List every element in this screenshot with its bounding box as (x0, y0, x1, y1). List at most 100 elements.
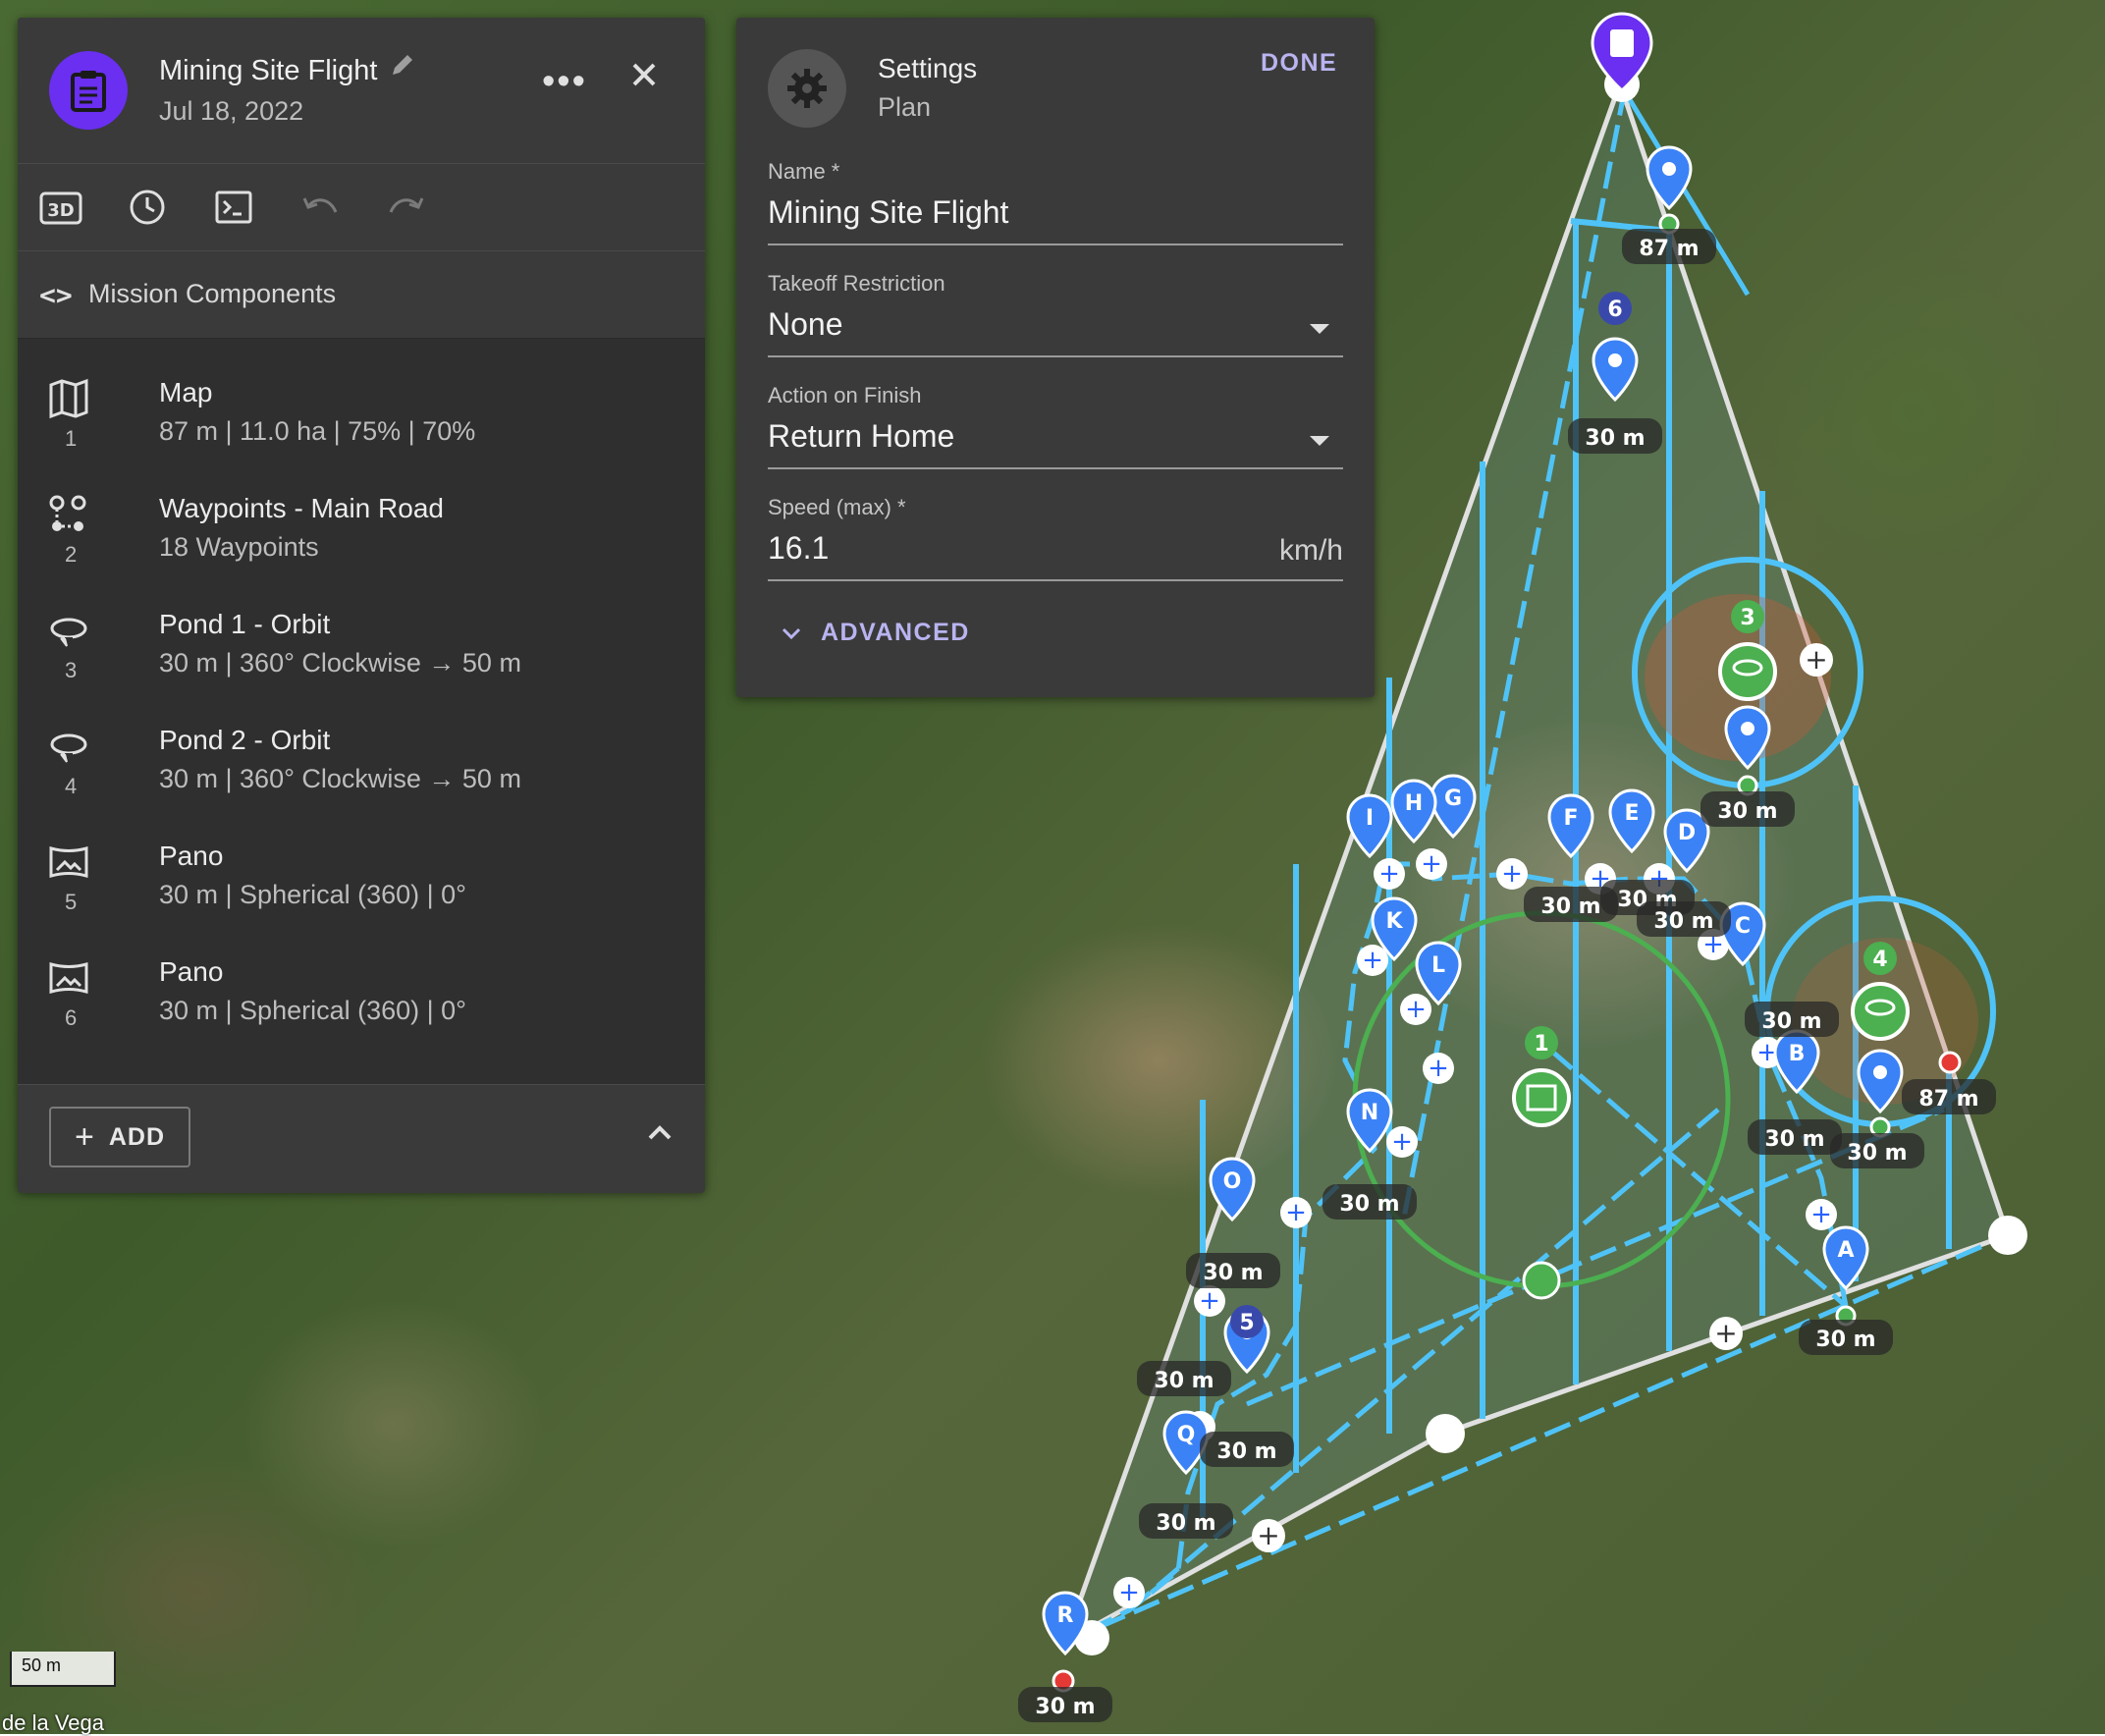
component-title: Waypoints - Main Road (159, 493, 444, 523)
svg-text:+: + (1118, 1578, 1140, 1607)
add-component-button[interactable]: + ADD (49, 1107, 190, 1167)
component-title: Pond 2 - Orbit (159, 725, 331, 755)
component-title: Map (159, 377, 213, 407)
polygon-vertex[interactable] (1988, 1216, 2027, 1255)
mission-panel: Mining Site Flight Jul 18, 2022 ••• 3D <… (18, 18, 705, 1193)
waypoint-letter: E (1624, 801, 1639, 826)
history-button[interactable] (124, 184, 171, 231)
svg-text:30 m: 30 m (1585, 426, 1645, 451)
done-button[interactable]: DONE (1261, 49, 1337, 78)
clipboard-icon (71, 71, 106, 112)
compass-marker[interactable] (1522, 1261, 1561, 1300)
orbit-icon (47, 725, 90, 768)
svg-text:+: + (1285, 1198, 1307, 1227)
3d-view-button[interactable]: 3D (37, 184, 84, 231)
finish-value[interactable]: Return Home (768, 418, 1343, 461)
mission-components-header[interactable]: <> Mission Components (18, 251, 705, 339)
svg-text:30 m: 30 m (1540, 895, 1600, 919)
waypoint-letter: B (1789, 1042, 1806, 1066)
svg-text:+: + (1391, 1127, 1413, 1157)
svg-text:30 m: 30 m (1154, 1369, 1214, 1393)
edit-title-button[interactable] (389, 51, 416, 83)
polygon-vertex[interactable] (1426, 1414, 1465, 1453)
waypoint-letter: G (1444, 787, 1462, 811)
takeoff-value[interactable]: None (768, 306, 1343, 350)
more-options-button[interactable]: ••• (542, 63, 587, 100)
undo-button[interactable] (297, 184, 344, 231)
code-icon: <> (39, 279, 73, 311)
component-item[interactable]: 5 Pano 30 m | Spherical (360) | 0° (18, 831, 705, 949)
field-underline (768, 467, 1343, 469)
component-item[interactable]: 2 Waypoints - Main Road 18 Waypoints (18, 483, 705, 601)
pano-icon (47, 956, 90, 1000)
component-number: 4 (65, 774, 78, 798)
pencil-icon (393, 55, 412, 75)
console-button[interactable] (210, 184, 257, 231)
component-item[interactable]: 3 Pond 1 - Orbit 30 m | 360° Clockwise → 5… (18, 599, 705, 717)
orbit-icon (47, 609, 90, 652)
waypoint-letter: L (1431, 953, 1445, 978)
name-field[interactable]: Name * Mining Site Flight (768, 159, 1343, 245)
map-scale: 50 m (10, 1652, 116, 1687)
component-title: Pano (159, 841, 224, 871)
speed-input[interactable]: 16.1 km/h (768, 530, 1343, 573)
section-title: Mission Components (88, 279, 337, 308)
3d-icon: 3D (39, 191, 82, 225)
orbit-center-icon[interactable] (1718, 642, 1777, 701)
waypoint-letter: I (1366, 806, 1374, 831)
svg-text:3: 3 (1740, 606, 1754, 630)
waypoints-icon (49, 495, 86, 531)
component-title: Pano (159, 956, 224, 987)
collapse-button[interactable] (646, 1122, 674, 1147)
name-value[interactable]: Mining Site Flight (768, 194, 1343, 238)
altitude-label: 30 m (1637, 901, 1731, 937)
waypoint-letter: O (1223, 1169, 1242, 1194)
svg-text:6: 6 (1607, 298, 1622, 322)
svg-text:+: + (1378, 859, 1400, 889)
component-number: 3 (65, 658, 78, 682)
chevron-down-icon (782, 627, 801, 639)
altitude-label: 30 m (1700, 791, 1795, 827)
svg-text:30 m: 30 m (1653, 909, 1713, 934)
waypoint-letter: H (1405, 791, 1423, 816)
altitude-label: 30 m (1322, 1184, 1417, 1220)
component-title: Pond 1 - Orbit (159, 609, 331, 639)
orbit-center-icon[interactable] (1851, 982, 1910, 1041)
component-item[interactable]: 1 Map 87 m | 11.0 ha | 75% | 70% (18, 367, 705, 485)
altitude-label: 30 m (1200, 1432, 1294, 1467)
altitude-label: 30 m (1748, 1119, 1842, 1155)
mission-title: Mining Site Flight (159, 55, 378, 86)
component-item[interactable]: 4 Pond 2 - Orbit 30 m | 360° Clockwise → 5… (18, 715, 705, 833)
component-number: 1 (65, 426, 78, 451)
svg-text:30 m: 30 m (1203, 1261, 1263, 1285)
waypoint-letter: Q (1177, 1423, 1196, 1447)
map-center-icon[interactable] (1512, 1068, 1571, 1127)
advanced-toggle[interactable]: ADVANCED (780, 619, 970, 647)
terminal-icon (215, 190, 252, 224)
dropdown-arrow-icon (1310, 324, 1329, 334)
takeoff-restriction-select[interactable]: Takeoff Restriction None (768, 271, 1343, 357)
mission-avatar[interactable] (49, 51, 128, 130)
altitude-label: 30 m (1137, 1361, 1231, 1396)
settings-avatar (768, 49, 846, 128)
mission-toolbar: 3D (18, 164, 705, 251)
svg-text:+: + (1257, 1519, 1279, 1551)
waypoint-letter: K (1385, 909, 1403, 934)
settings-subtitle: Plan (878, 92, 932, 122)
settings-panel: Settings Plan DONE Name * Mining Site Fl… (736, 18, 1375, 697)
speed-value: 16.1 (768, 530, 830, 566)
action-on-finish-select[interactable]: Action on Finish Return Home (768, 383, 1343, 469)
speed-field[interactable]: Speed (max) * 16.1 km/h (768, 495, 1343, 581)
altitude-label: 30 m (1568, 418, 1662, 454)
redo-button[interactable] (383, 184, 430, 231)
svg-text:+: + (1199, 1286, 1220, 1316)
svg-text:30 m: 30 m (1847, 1141, 1907, 1166)
waypoint-letter: C (1735, 914, 1751, 939)
field-underline (768, 579, 1343, 581)
component-badge: 6 (1598, 292, 1632, 325)
component-item[interactable]: 6 Pano 30 m | Spherical (360) | 0° (18, 947, 705, 1064)
chevron-up-icon (648, 1125, 672, 1140)
gear-icon (787, 69, 827, 108)
mission-start-marker[interactable] (1591, 12, 1653, 92)
close-button[interactable] (626, 57, 662, 97)
